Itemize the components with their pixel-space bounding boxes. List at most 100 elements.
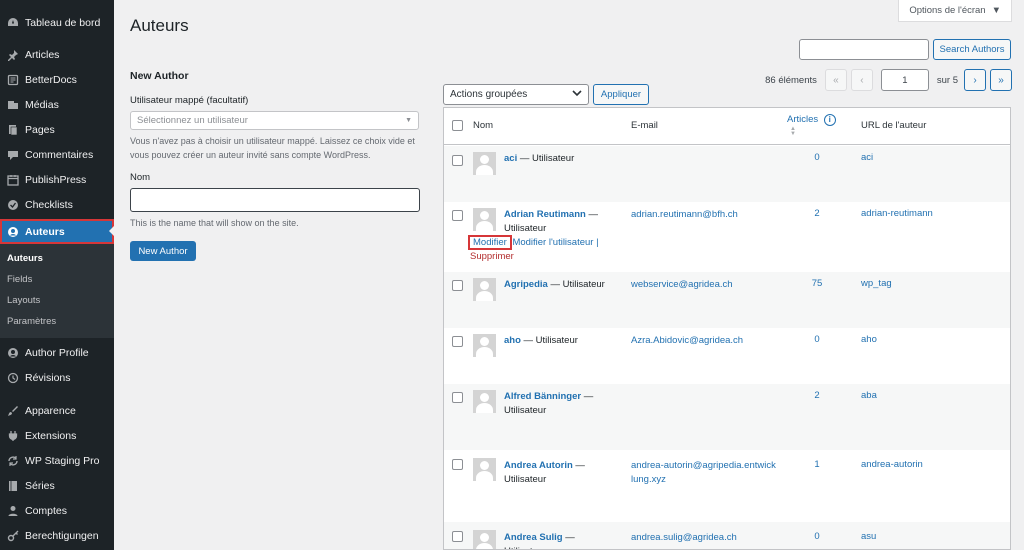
sync-icon [6, 454, 19, 467]
submenu-item-auteurs[interactable]: Auteurs [0, 248, 114, 269]
sidebar-item-label: Extensions [25, 429, 77, 442]
article-count[interactable]: 0 [802, 152, 832, 163]
sort-icon[interactable]: ▲ ▼ [790, 126, 796, 137]
authors-icon [6, 346, 19, 359]
sidebar-item-berechtigungen[interactable]: Berechtigungen [0, 523, 114, 548]
author-slug: wp_tag [861, 278, 892, 289]
sidebar-item-commentaires[interactable]: Commentaires [0, 142, 114, 167]
article-count[interactable]: 2 [802, 208, 832, 219]
sidebar-item-publishpress[interactable]: PublishPress [0, 167, 114, 192]
author-email[interactable]: adrian.reutimann@bfh.ch [631, 208, 781, 222]
prev-page-button[interactable]: ‹ [850, 69, 873, 91]
sidebar-item-auteurs[interactable]: Auteurs [0, 219, 114, 244]
sidebar-item-label: WP Staging Pro [25, 454, 100, 467]
author-name-cell: Alfred Bänninger — Utilisateur [504, 391, 594, 416]
author-slug: aho [861, 334, 877, 345]
author-role: Utilisateur [535, 335, 578, 346]
last-page-button[interactable]: » [990, 69, 1012, 91]
sidebar-item-revisions[interactable]: Révisions [0, 365, 114, 390]
submenu-item-layouts[interactable]: Layouts [0, 290, 114, 311]
sidebar-item-articles[interactable]: Articles [0, 42, 114, 67]
column-articles-label: Articles [787, 114, 819, 125]
new-author-form: New Author Utilisateur mappé (facultatif… [130, 70, 420, 261]
bulk-actions-select[interactable]: Actions groupées [443, 84, 589, 105]
sidebar-item-pages[interactable]: Pages [0, 117, 114, 142]
sidebar-item-author-profile[interactable]: Author Profile [0, 340, 114, 365]
sidebar-item-extensions[interactable]: Extensions [0, 423, 114, 448]
column-articles[interactable]: Articles i [787, 114, 836, 126]
author-name-cell: Andrea Sulig — Utilisateur [504, 531, 614, 549]
author-name-link[interactable]: Alfred Bänninger [504, 391, 581, 402]
avatar [473, 530, 496, 549]
apply-button[interactable]: Appliquer [593, 84, 649, 105]
checklist-icon [6, 198, 19, 211]
author-role: Utilisateur [504, 474, 547, 485]
new-author-button[interactable]: New Author [130, 241, 196, 261]
author-name-link[interactable]: aci [504, 153, 517, 164]
submenu-item-fields[interactable]: Fields [0, 269, 114, 290]
sidebar-item-label: Médias [25, 98, 59, 111]
author-role: Utilisateur [504, 223, 547, 234]
user-icon [6, 504, 19, 517]
author-email[interactable]: webservice@agridea.ch [631, 278, 781, 292]
sidebar-item-label: Pages [25, 123, 55, 136]
avatar [473, 334, 496, 357]
sidebar-item-checklists[interactable]: Checklists [0, 192, 114, 217]
author-role: Utilisateur [504, 405, 547, 416]
sidebar-item-wp-staging[interactable]: WP Staging Pro [0, 448, 114, 473]
author-email[interactable]: andrea.sulig@agridea.ch [631, 531, 781, 545]
author-slug: andrea-autorin [861, 459, 923, 470]
author-name-link[interactable]: Andrea Sulig [504, 532, 563, 543]
search-authors-button[interactable]: Search Authors [933, 39, 1011, 60]
submenu-item-parametres[interactable]: Paramètres [0, 311, 114, 332]
article-count[interactable]: 0 [802, 334, 832, 345]
row-checkbox[interactable] [452, 155, 463, 166]
table-row: Andrea Sulig — Utilisateur andrea.sulig@… [444, 522, 1010, 549]
row-checkbox[interactable] [452, 392, 463, 403]
sidebar-item-apparence[interactable]: Apparence [0, 398, 114, 423]
author-name-link[interactable]: Adrian Reutimann [504, 209, 586, 220]
docs-icon [6, 73, 19, 86]
edit-user-link[interactable]: Modifier l'utilisateur | [512, 237, 598, 248]
pages-icon [6, 123, 19, 136]
mapped-user-select[interactable]: Sélectionnez un utilisateur ▼ [130, 111, 419, 130]
column-url[interactable]: URL de l'auteur [861, 120, 926, 131]
sidebar-item-series[interactable]: Séries [0, 473, 114, 498]
article-count[interactable]: 75 [802, 278, 832, 289]
author-email[interactable]: Azra.Abidovic@agridea.ch [631, 334, 781, 348]
delete-link[interactable]: Supprimer [470, 251, 514, 262]
screen-options-button[interactable]: Options de l'écran ▼ [898, 0, 1012, 22]
row-checkbox[interactable] [452, 336, 463, 347]
article-count[interactable]: 0 [802, 531, 832, 542]
column-name[interactable]: Nom [473, 120, 493, 131]
sidebar-item-medias[interactable]: Médias [0, 92, 114, 117]
article-count[interactable]: 1 [802, 459, 832, 470]
edit-link[interactable]: Modifier [468, 235, 512, 250]
sidebar-item-dashboard[interactable]: Tableau de bord [0, 10, 114, 35]
column-email[interactable]: E-mail [631, 120, 658, 131]
name-input[interactable] [130, 188, 420, 212]
first-page-button[interactable]: « [824, 69, 847, 91]
row-checkbox[interactable] [452, 459, 463, 470]
current-page-input[interactable]: 1 [880, 69, 929, 91]
author-email[interactable]: andrea-autorin@agripedia.entwicklung.xyz [631, 459, 777, 487]
author-name-link[interactable]: Andrea Autorin [504, 460, 573, 471]
name-label: Nom [130, 172, 151, 183]
article-count[interactable]: 2 [802, 390, 832, 401]
author-name-cell: Andrea Autorin — Utilisateur [504, 460, 585, 485]
row-checkbox[interactable] [452, 210, 463, 221]
author-slug: asu [861, 531, 877, 542]
sidebar-item-betterdocs[interactable]: BetterDocs [0, 67, 114, 92]
avatar [473, 208, 496, 231]
search-input[interactable] [799, 39, 929, 60]
author-name-link[interactable]: aho [504, 335, 521, 346]
author-name-link[interactable]: Agripedia [504, 279, 548, 290]
page-total: sur 5 [936, 74, 958, 86]
info-icon[interactable]: i [823, 114, 836, 126]
sidebar-item-comptes[interactable]: Comptes [0, 498, 114, 523]
select-all-checkbox[interactable] [452, 120, 463, 131]
row-checkbox[interactable] [452, 531, 463, 542]
row-checkbox[interactable] [452, 280, 463, 291]
plugin-icon [6, 429, 19, 442]
next-page-button[interactable]: › [964, 69, 986, 91]
